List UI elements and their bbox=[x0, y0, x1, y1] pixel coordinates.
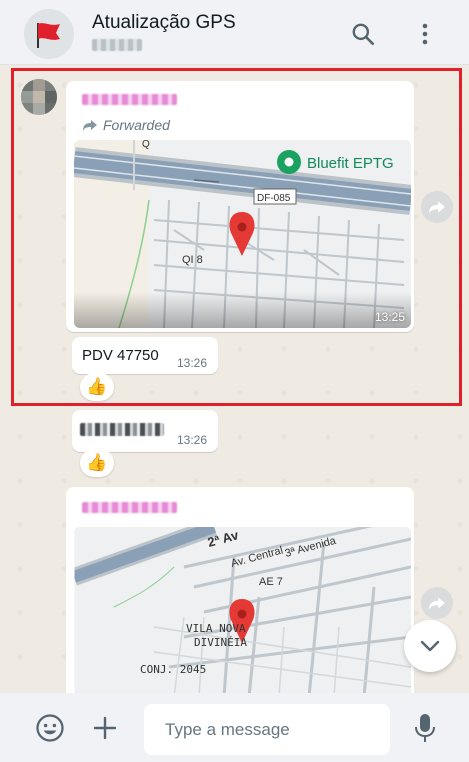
map-street-label: Q bbox=[142, 140, 150, 150]
reaction-badge[interactable]: 👍 bbox=[80, 373, 114, 401]
thumbs-up-icon: 👍 bbox=[86, 377, 108, 396]
message-time: 13:26 bbox=[177, 356, 208, 370]
microphone-icon[interactable] bbox=[409, 712, 441, 744]
message-text: PDV 47750 bbox=[82, 347, 159, 364]
location-map[interactable]: 2ª Av Av. Central 3ª Avenida AE 7 VILA N… bbox=[74, 527, 411, 693]
map-street-label: AE 7 bbox=[259, 576, 283, 588]
map-area-label: VILA NOVA bbox=[186, 622, 246, 635]
forward-arrow-icon bbox=[429, 200, 445, 214]
sender-name-redacted bbox=[82, 94, 177, 105]
sender-name-redacted bbox=[82, 502, 177, 513]
forwarded-label: Forwarded bbox=[103, 117, 170, 133]
forward-arrow-icon bbox=[83, 119, 97, 131]
reaction-badge[interactable]: 👍 bbox=[80, 449, 114, 477]
map-place-label: Bluefit EPTG bbox=[307, 155, 394, 172]
sender-avatar[interactable] bbox=[21, 79, 57, 115]
search-icon[interactable] bbox=[349, 20, 377, 48]
message-time: 13:25 bbox=[374, 310, 405, 324]
message-list[interactable]: Forwarded Bluefit EPTG DF-085 QI 8 Q 13:… bbox=[0, 65, 469, 693]
map-area-label: QI 8 bbox=[182, 254, 203, 266]
emoji-icon[interactable] bbox=[34, 712, 66, 744]
red-flag-icon bbox=[37, 23, 60, 48]
message-time: 13:26 bbox=[177, 433, 208, 447]
map-area-label: DIVINÉIA bbox=[194, 636, 247, 649]
forward-button[interactable] bbox=[421, 191, 453, 223]
scroll-to-bottom-button[interactable] bbox=[404, 620, 456, 672]
chat-title[interactable]: Atualização GPS bbox=[92, 12, 236, 34]
forward-arrow-icon bbox=[429, 596, 445, 610]
group-avatar[interactable] bbox=[24, 9, 74, 59]
forwarded-indicator: Forwarded bbox=[82, 117, 170, 133]
chat-subtitle-redacted bbox=[92, 39, 142, 51]
chevron-down-icon bbox=[420, 640, 440, 652]
thumbs-up-icon: 👍 bbox=[86, 453, 108, 472]
chat-header: Atualização GPS bbox=[0, 0, 469, 65]
composer-bar bbox=[0, 693, 469, 762]
message-text-redacted bbox=[80, 423, 164, 436]
forward-button[interactable] bbox=[421, 587, 453, 619]
map-road-label: DF-085 bbox=[257, 193, 291, 204]
message-input[interactable] bbox=[144, 704, 390, 755]
location-map[interactable]: Bluefit EPTG DF-085 QI 8 Q 13:25 bbox=[74, 140, 411, 328]
map-area-label: CONJ. 2045 bbox=[140, 663, 206, 676]
more-vertical-icon[interactable] bbox=[411, 20, 439, 48]
plus-icon[interactable] bbox=[89, 712, 121, 744]
